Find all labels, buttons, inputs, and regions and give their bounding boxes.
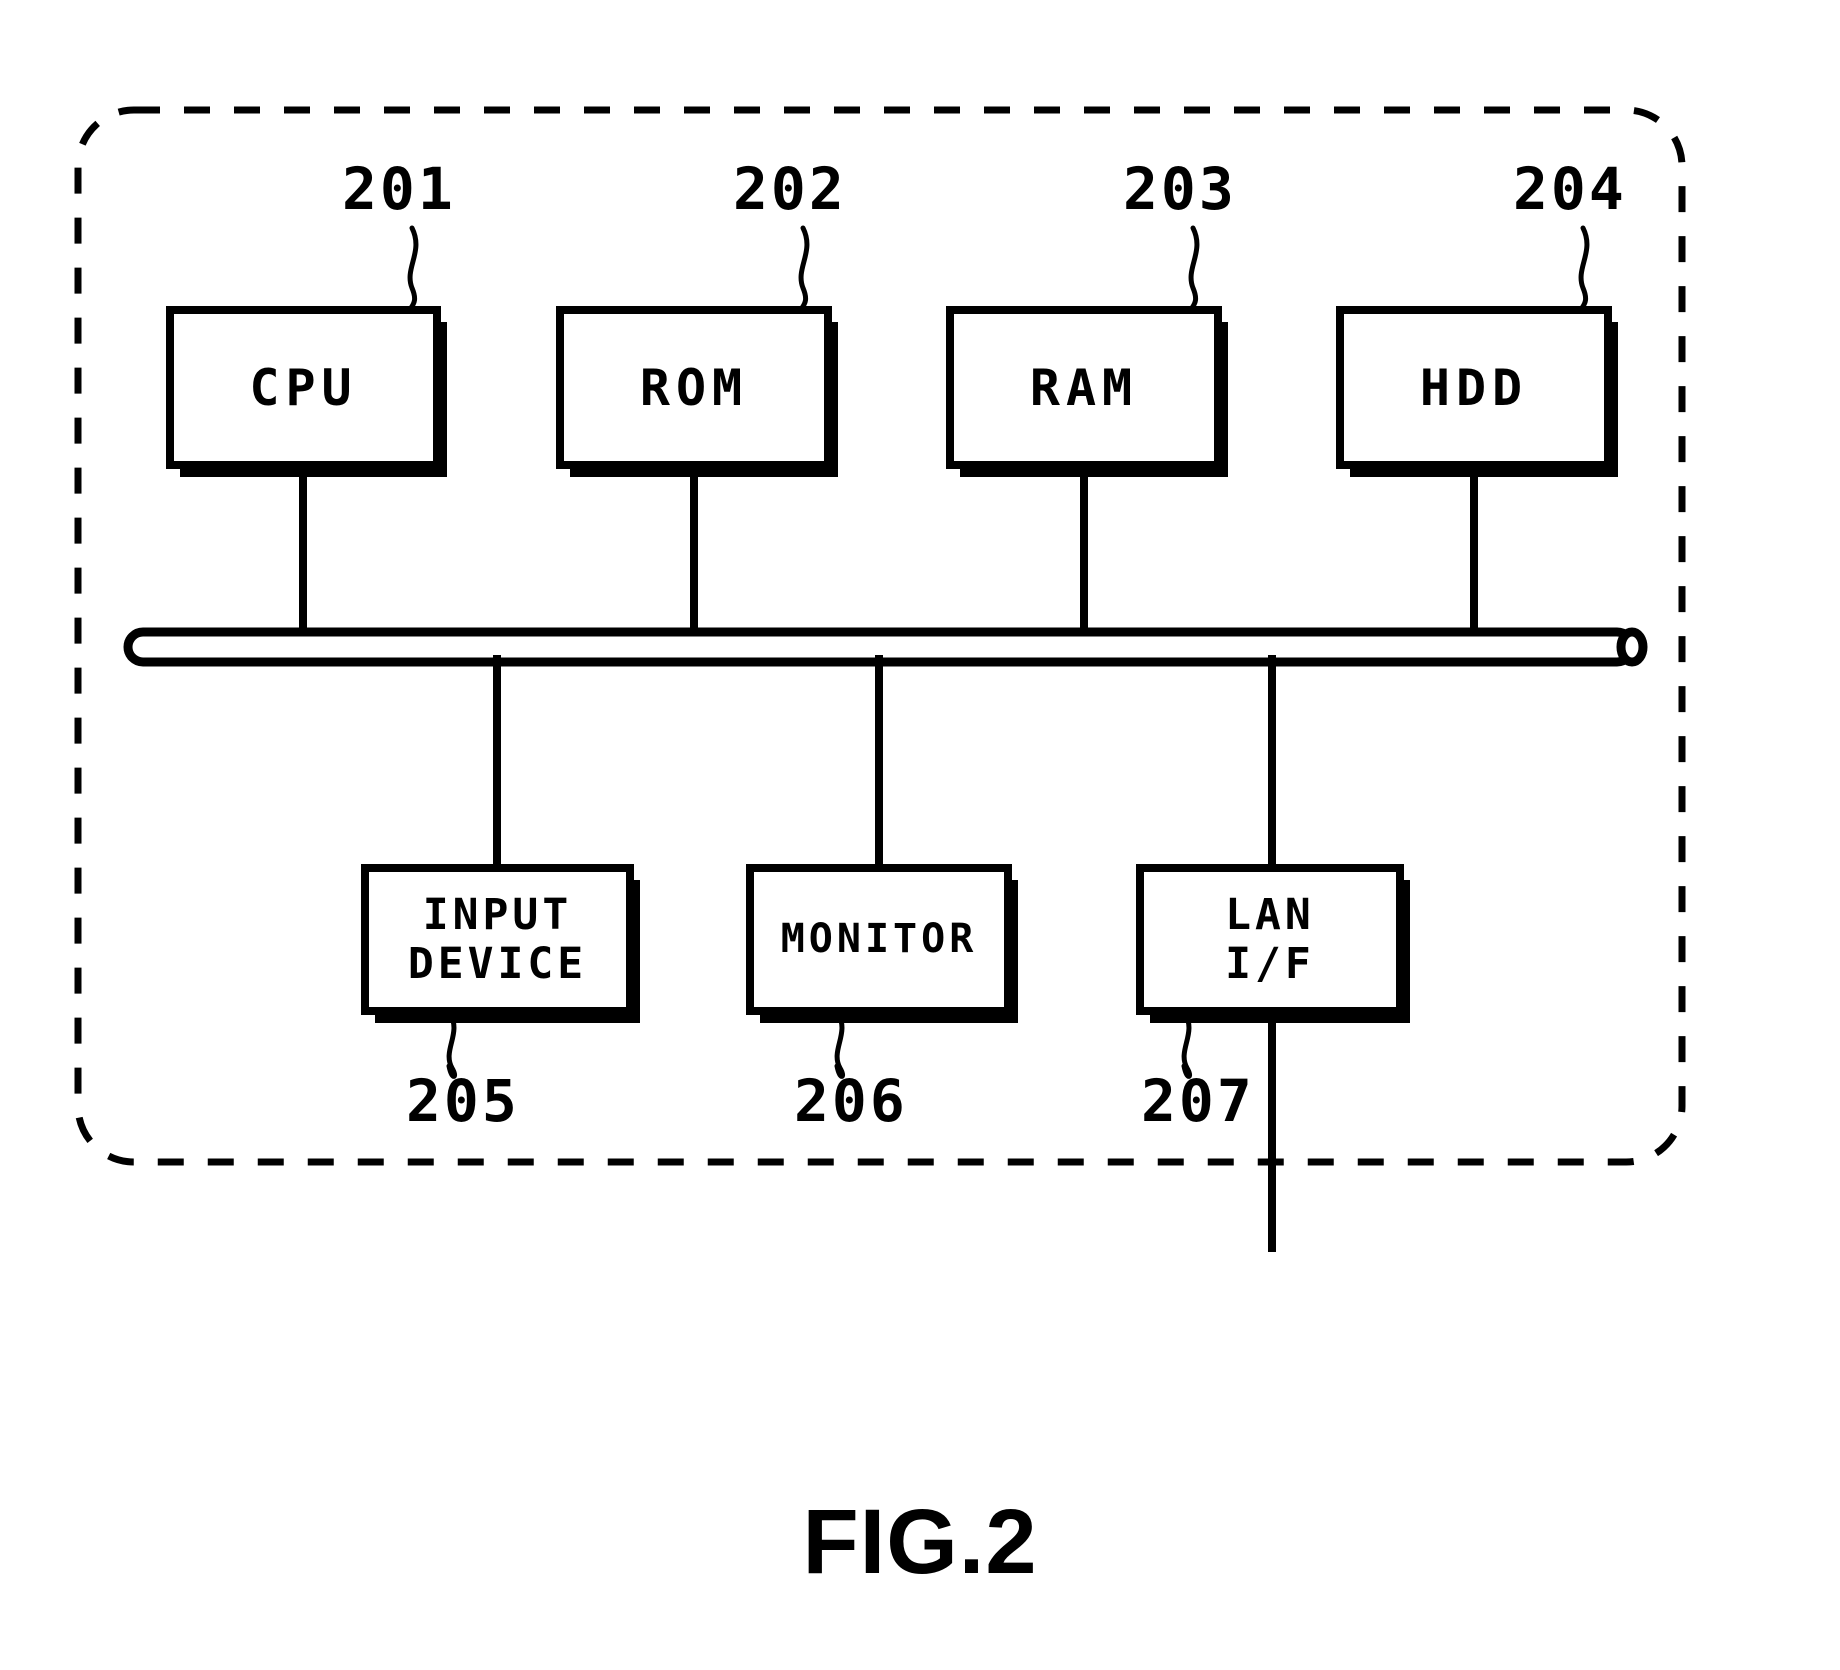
ref-numeral-206: 206: [794, 1072, 908, 1130]
ref-numeral-201: 201: [342, 160, 456, 218]
block-rom: [556, 306, 838, 477]
ref-numeral-205-text: 205: [406, 1067, 520, 1135]
leader-202: [798, 225, 810, 313]
ref-numeral-202-text: 202: [733, 155, 847, 223]
ref-numeral-206-text: 206: [794, 1067, 908, 1135]
ref-numeral-201-text: 201: [342, 155, 456, 223]
block-lan-if: [1136, 864, 1410, 1023]
figure-caption-text: FIG.2: [802, 1491, 1038, 1593]
ref-numeral-203-text: 203: [1123, 155, 1237, 223]
leader-203: [1188, 225, 1200, 313]
block-cpu: [166, 306, 447, 477]
block-hdd: [1336, 306, 1618, 477]
ref-numeral-205: 205: [406, 1072, 520, 1130]
ref-numeral-203: 203: [1123, 160, 1237, 218]
leader-204: [1578, 225, 1590, 313]
system-bus: [123, 627, 1648, 667]
ref-numeral-207-text: 207: [1141, 1067, 1255, 1135]
figure-caption: FIG.2: [0, 1490, 1840, 1595]
figure-canvas: CPU ROM RAM HDD INPUT DEVICE MONITOR LAN…: [0, 0, 1840, 1670]
leader-201: [407, 225, 419, 313]
ref-numeral-204: 204: [1513, 160, 1627, 218]
block-input-device: [361, 864, 640, 1023]
block-monitor: [746, 864, 1018, 1023]
ref-numeral-202: 202: [733, 160, 847, 218]
ref-numeral-207: 207: [1141, 1072, 1255, 1130]
ref-numeral-204-text: 204: [1513, 155, 1627, 223]
diagram-vector-layer: [74, 106, 1686, 1252]
block-ram: [946, 306, 1228, 477]
